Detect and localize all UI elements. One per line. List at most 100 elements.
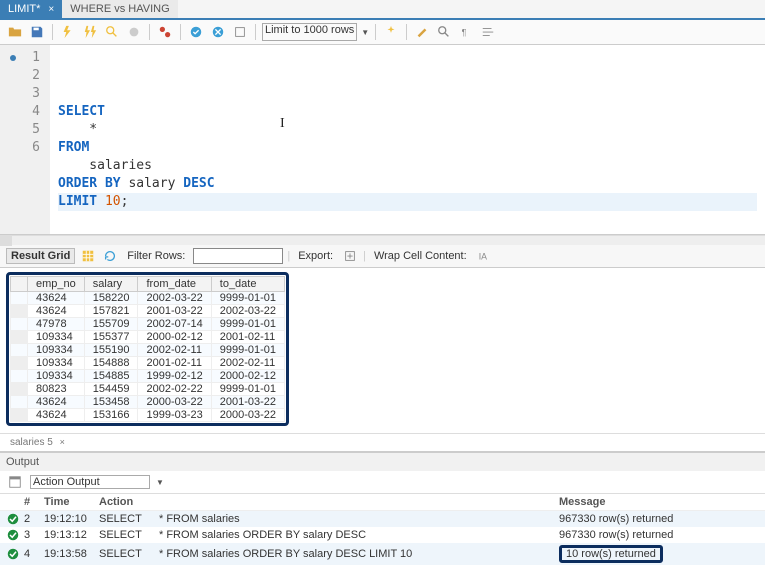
output-row[interactable]: 419:13:58SELECT* FROM salaries ORDER BY … <box>0 543 765 565</box>
execute-step-icon[interactable] <box>81 23 99 41</box>
cell[interactable]: 109334 <box>28 331 85 344</box>
tab-limit[interactable]: LIMIT* × <box>0 0 62 18</box>
beautify-icon[interactable] <box>382 23 400 41</box>
code-line[interactable]: FROM <box>58 139 757 157</box>
cell[interactable]: 47978 <box>28 318 85 331</box>
stop-icon[interactable] <box>125 23 143 41</box>
autocommit-icon[interactable] <box>231 23 249 41</box>
export-icon[interactable] <box>341 247 359 265</box>
explain-icon[interactable] <box>103 23 121 41</box>
code-line[interactable]: LIMIT 10; <box>58 193 757 211</box>
execute-icon[interactable] <box>59 23 77 41</box>
cell[interactable]: 158220 <box>84 292 138 305</box>
table-row[interactable]: 436241531661999-03-232000-03-22 <box>11 409 285 422</box>
cell[interactable]: 153166 <box>84 409 138 422</box>
column-header[interactable]: salary <box>84 277 138 292</box>
wrap-cell-icon[interactable]: IA <box>475 247 493 265</box>
cell[interactable]: 2001-02-11 <box>211 331 284 344</box>
stop-on-error-icon[interactable] <box>156 23 174 41</box>
code-line[interactable]: ORDER BY salary DESC <box>58 175 757 193</box>
line-number: 4 <box>0 103 40 121</box>
output-panel-icon[interactable] <box>6 473 24 491</box>
cell[interactable]: 154888 <box>84 357 138 370</box>
cell[interactable]: 43624 <box>28 409 85 422</box>
table-row[interactable]: 1093341548882001-02-112002-02-11 <box>11 357 285 370</box>
cell[interactable]: 2000-03-22 <box>211 409 284 422</box>
cell[interactable]: 2001-03-22 <box>138 305 211 318</box>
cell[interactable]: 1999-03-23 <box>138 409 211 422</box>
cell[interactable]: 2002-03-22 <box>211 305 284 318</box>
cell[interactable]: 2002-02-11 <box>211 357 284 370</box>
cell[interactable]: 155190 <box>84 344 138 357</box>
code-line[interactable]: * <box>58 121 757 139</box>
result-grid[interactable]: emp_nosalaryfrom_dateto_date436241582202… <box>10 276 285 422</box>
dropdown-arrow-icon[interactable]: ▼ <box>361 28 369 37</box>
sub-tab-salaries[interactable]: salaries 5 × <box>6 436 69 449</box>
cell[interactable]: 9999-01-01 <box>211 344 284 357</box>
cell[interactable]: 154459 <box>84 383 138 396</box>
cell[interactable]: 157821 <box>84 305 138 318</box>
close-icon[interactable]: × <box>48 4 54 15</box>
cell[interactable]: 2001-03-22 <box>211 396 284 409</box>
output-row[interactable]: 219:12:10SELECT* FROM salaries967330 row… <box>0 511 765 527</box>
code-line[interactable]: SELECT <box>58 103 757 121</box>
code-area[interactable]: I SELECT *FROM salariesORDER BY salary D… <box>50 45 765 234</box>
filter-rows-input[interactable] <box>193 248 283 264</box>
cell[interactable]: 2002-03-22 <box>138 292 211 305</box>
cell[interactable]: 153458 <box>84 396 138 409</box>
table-row[interactable]: 436241582202002-03-229999-01-01 <box>11 292 285 305</box>
cell[interactable]: 9999-01-01 <box>211 292 284 305</box>
close-icon[interactable]: × <box>60 437 65 447</box>
cell[interactable]: 9999-01-01 <box>211 318 284 331</box>
table-row[interactable]: 1093341548851999-02-122000-02-12 <box>11 370 285 383</box>
cell[interactable]: 109334 <box>28 357 85 370</box>
limit-rows-select[interactable]: Limit to 1000 rows <box>262 23 357 41</box>
find-icon[interactable] <box>435 23 453 41</box>
cell[interactable]: 2001-02-11 <box>138 357 211 370</box>
output-type-select[interactable]: Action Output <box>30 475 150 489</box>
cell[interactable]: 154885 <box>84 370 138 383</box>
column-header[interactable]: emp_no <box>28 277 85 292</box>
open-icon[interactable] <box>6 23 24 41</box>
commit-icon[interactable] <box>187 23 205 41</box>
cell[interactable]: 1999-02-12 <box>138 370 211 383</box>
wrap-icon[interactable] <box>479 23 497 41</box>
cell[interactable]: 80823 <box>28 383 85 396</box>
cell[interactable]: 2002-07-14 <box>138 318 211 331</box>
save-icon[interactable] <box>28 23 46 41</box>
table-row[interactable]: 479781557092002-07-149999-01-01 <box>11 318 285 331</box>
cell[interactable]: 2000-03-22 <box>138 396 211 409</box>
code-line[interactable]: salaries <box>58 157 757 175</box>
horizontal-scrollbar[interactable] <box>0 235 765 245</box>
cell[interactable]: 2000-02-12 <box>138 331 211 344</box>
rollback-icon[interactable] <box>209 23 227 41</box>
toggle-invisible-icon[interactable]: ¶ <box>457 23 475 41</box>
table-row[interactable]: 436241578212001-03-222002-03-22 <box>11 305 285 318</box>
cell[interactable]: 109334 <box>28 370 85 383</box>
column-header[interactable]: to_date <box>211 277 284 292</box>
table-row[interactable]: 808231544592002-02-229999-01-01 <box>11 383 285 396</box>
grid-view-icon[interactable] <box>79 247 97 265</box>
brush-icon[interactable] <box>413 23 431 41</box>
cell[interactable]: 43624 <box>28 292 85 305</box>
cell[interactable]: 2002-02-11 <box>138 344 211 357</box>
dropdown-arrow-icon[interactable]: ▼ <box>156 478 164 487</box>
refresh-icon[interactable] <box>101 247 119 265</box>
table-row[interactable]: 1093341551902002-02-119999-01-01 <box>11 344 285 357</box>
table-row[interactable]: 436241534582000-03-222001-03-22 <box>11 396 285 409</box>
cell[interactable]: 155377 <box>84 331 138 344</box>
cell[interactable]: 9999-01-01 <box>211 383 284 396</box>
result-grid-tab[interactable]: Result Grid <box>6 248 75 264</box>
cell[interactable]: 2000-02-12 <box>211 370 284 383</box>
tab-where-vs-having[interactable]: WHERE vs HAVING <box>62 0 177 18</box>
cell[interactable]: 43624 <box>28 305 85 318</box>
cell[interactable]: 109334 <box>28 344 85 357</box>
sql-editor[interactable]: 123456 I SELECT *FROM salariesORDER BY s… <box>0 45 765 235</box>
cell[interactable]: 2002-02-22 <box>138 383 211 396</box>
cell[interactable]: 43624 <box>28 396 85 409</box>
cell[interactable]: 155709 <box>84 318 138 331</box>
output-header-row: # Time Action Message <box>0 494 765 511</box>
column-header[interactable]: from_date <box>138 277 211 292</box>
table-row[interactable]: 1093341553772000-02-122001-02-11 <box>11 331 285 344</box>
output-row[interactable]: 319:13:12SELECT* FROM salaries ORDER BY … <box>0 527 765 543</box>
